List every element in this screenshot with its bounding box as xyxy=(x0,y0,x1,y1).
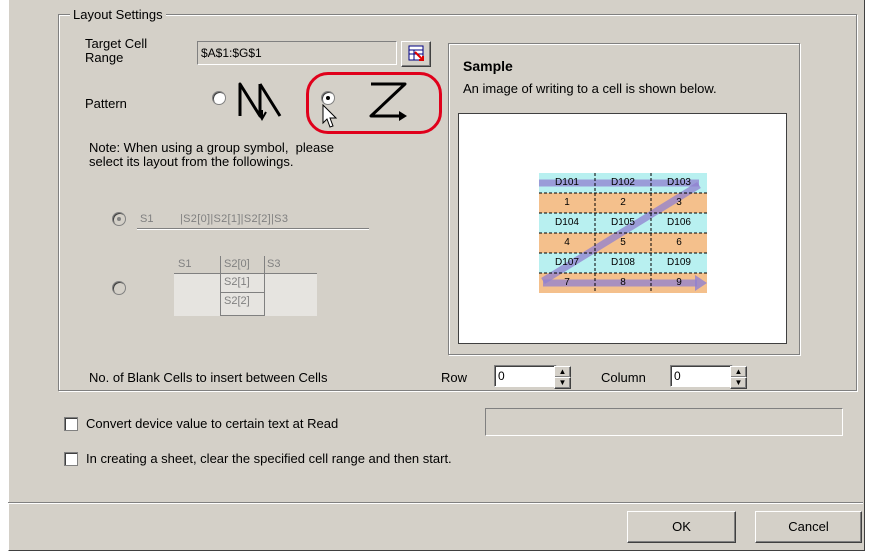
blank-cells-label: No. of Blank Cells to insert between Cel… xyxy=(89,370,328,385)
cancel-button[interactable]: Cancel xyxy=(755,511,862,543)
ok-button[interactable]: OK xyxy=(627,511,736,543)
sample-description: An image of writing to a cell is shown b… xyxy=(463,81,717,96)
grid-cell: 9 xyxy=(676,277,682,288)
group-layout-row-s1: S1 xyxy=(140,213,154,225)
convert-text-field[interactable] xyxy=(485,408,843,436)
footer-separator xyxy=(8,502,863,504)
vertical-s3: S3 xyxy=(267,258,281,270)
group-symbol-note: Note: When using a group symbol, please … xyxy=(89,140,334,169)
vertical-s2-2: S2[2] xyxy=(224,295,250,307)
grid-cell: 8 xyxy=(620,277,626,288)
sample-grid: D101 D102 D103 1 2 3 D104 D105 D106 4 5 … xyxy=(539,173,707,293)
grid-cell: D103 xyxy=(667,177,691,188)
column-spin-input[interactable]: 0 xyxy=(670,365,733,387)
grid-cell: D107 xyxy=(555,257,579,268)
group-layout-row-rest: |S2[0]|S2[1]|S2[2]|S3 xyxy=(180,213,289,225)
grid-cell: D101 xyxy=(555,177,579,188)
grid-cell: D106 xyxy=(667,217,691,228)
grid-cell: D109 xyxy=(667,257,691,268)
grid-cell: 6 xyxy=(676,237,682,248)
grid-cell: D105 xyxy=(611,217,635,228)
target-cell-range-field[interactable]: $A$1:$G$1 xyxy=(197,41,397,65)
grid-cell: 4 xyxy=(564,237,570,248)
grid-cell: 5 xyxy=(620,237,626,248)
group-layout-row-underline xyxy=(137,228,369,230)
convert-checkbox[interactable] xyxy=(64,417,78,431)
vertical-s2-0: S2[0] xyxy=(224,258,250,270)
row-spin-down[interactable]: ▼ xyxy=(554,377,571,389)
grid-cell: 7 xyxy=(564,277,570,288)
row-label: Row xyxy=(441,370,468,385)
grid-cell: D102 xyxy=(611,177,635,188)
select-range-button[interactable] xyxy=(401,41,431,67)
vertical-s1: S1 xyxy=(178,258,192,270)
clear-range-checkbox[interactable] xyxy=(64,452,78,466)
clear-range-label: In creating a sheet, clear the specified… xyxy=(86,451,452,466)
column-spin-down[interactable]: ▼ xyxy=(730,377,747,389)
grid-cell: D108 xyxy=(611,257,635,268)
range-select-icon xyxy=(408,45,424,61)
grid-cell: 2 xyxy=(620,197,626,208)
sample-arrow-graphic xyxy=(539,173,707,293)
layout-settings-legend: Layout Settings xyxy=(70,7,166,22)
grid-cell: 3 xyxy=(676,197,682,208)
convert-label: Convert device value to certain text at … xyxy=(86,416,339,431)
sample-title: Sample xyxy=(463,58,513,74)
mouse-cursor-icon xyxy=(322,104,338,128)
group-layout-vertical-radio[interactable] xyxy=(112,281,126,295)
group-layout-row-radio[interactable] xyxy=(112,212,126,226)
vertical-s2-1: S2[1] xyxy=(224,276,250,288)
group-layout-vertical-table: S1 S2[0] S3 S2[1] S2[2] xyxy=(174,256,317,316)
pattern-column-radio[interactable] xyxy=(212,91,226,105)
column-label: Column xyxy=(601,370,646,385)
pattern-label: Pattern xyxy=(85,96,127,111)
row-spin-input[interactable]: 0 xyxy=(494,365,557,387)
target-cell-range-label: Target Cell Range xyxy=(85,36,148,65)
pattern-column-icon xyxy=(238,82,282,122)
grid-cell: D104 xyxy=(555,217,579,228)
grid-cell: 1 xyxy=(564,197,570,208)
